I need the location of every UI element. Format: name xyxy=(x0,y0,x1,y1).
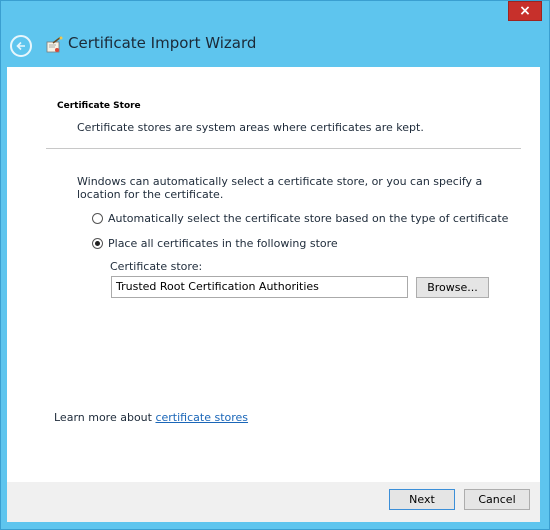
section-description: Certificate stores are system areas wher… xyxy=(77,121,424,134)
wizard-footer xyxy=(7,482,540,522)
browse-button[interactable]: Browse... xyxy=(416,277,489,298)
radio-place-in-store[interactable]: Place all certificates in the following … xyxy=(92,237,338,250)
radio-button-place[interactable] xyxy=(92,238,103,249)
radio-auto-label: Automatically select the certificate sto… xyxy=(108,212,509,225)
learn-more-text: Learn more about certificate stores xyxy=(54,411,248,424)
certificate-stores-link[interactable]: certificate stores xyxy=(155,411,248,424)
back-button[interactable] xyxy=(10,35,32,57)
radio-place-label: Place all certificates in the following … xyxy=(108,237,338,250)
section-title: Certificate Store xyxy=(57,101,141,111)
certificate-store-field[interactable]: Trusted Root Certification Authorities xyxy=(111,276,408,298)
next-button[interactable]: Next xyxy=(389,489,455,510)
radio-button-auto[interactable] xyxy=(92,213,103,224)
back-arrow-icon xyxy=(16,41,25,51)
close-button[interactable]: × xyxy=(508,1,542,21)
cancel-button[interactable]: Cancel xyxy=(464,489,530,510)
learn-more-prefix: Learn more about xyxy=(54,411,156,424)
intro-text: Windows can automatically select a certi… xyxy=(77,175,483,201)
close-icon: × xyxy=(519,3,531,19)
certificate-store-label: Certificate store: xyxy=(110,260,203,273)
radio-auto-select[interactable]: Automatically select the certificate sto… xyxy=(92,212,508,225)
certificate-wizard-icon xyxy=(46,36,63,53)
divider xyxy=(46,148,521,149)
wizard-title: Certificate Import Wizard xyxy=(68,34,257,52)
